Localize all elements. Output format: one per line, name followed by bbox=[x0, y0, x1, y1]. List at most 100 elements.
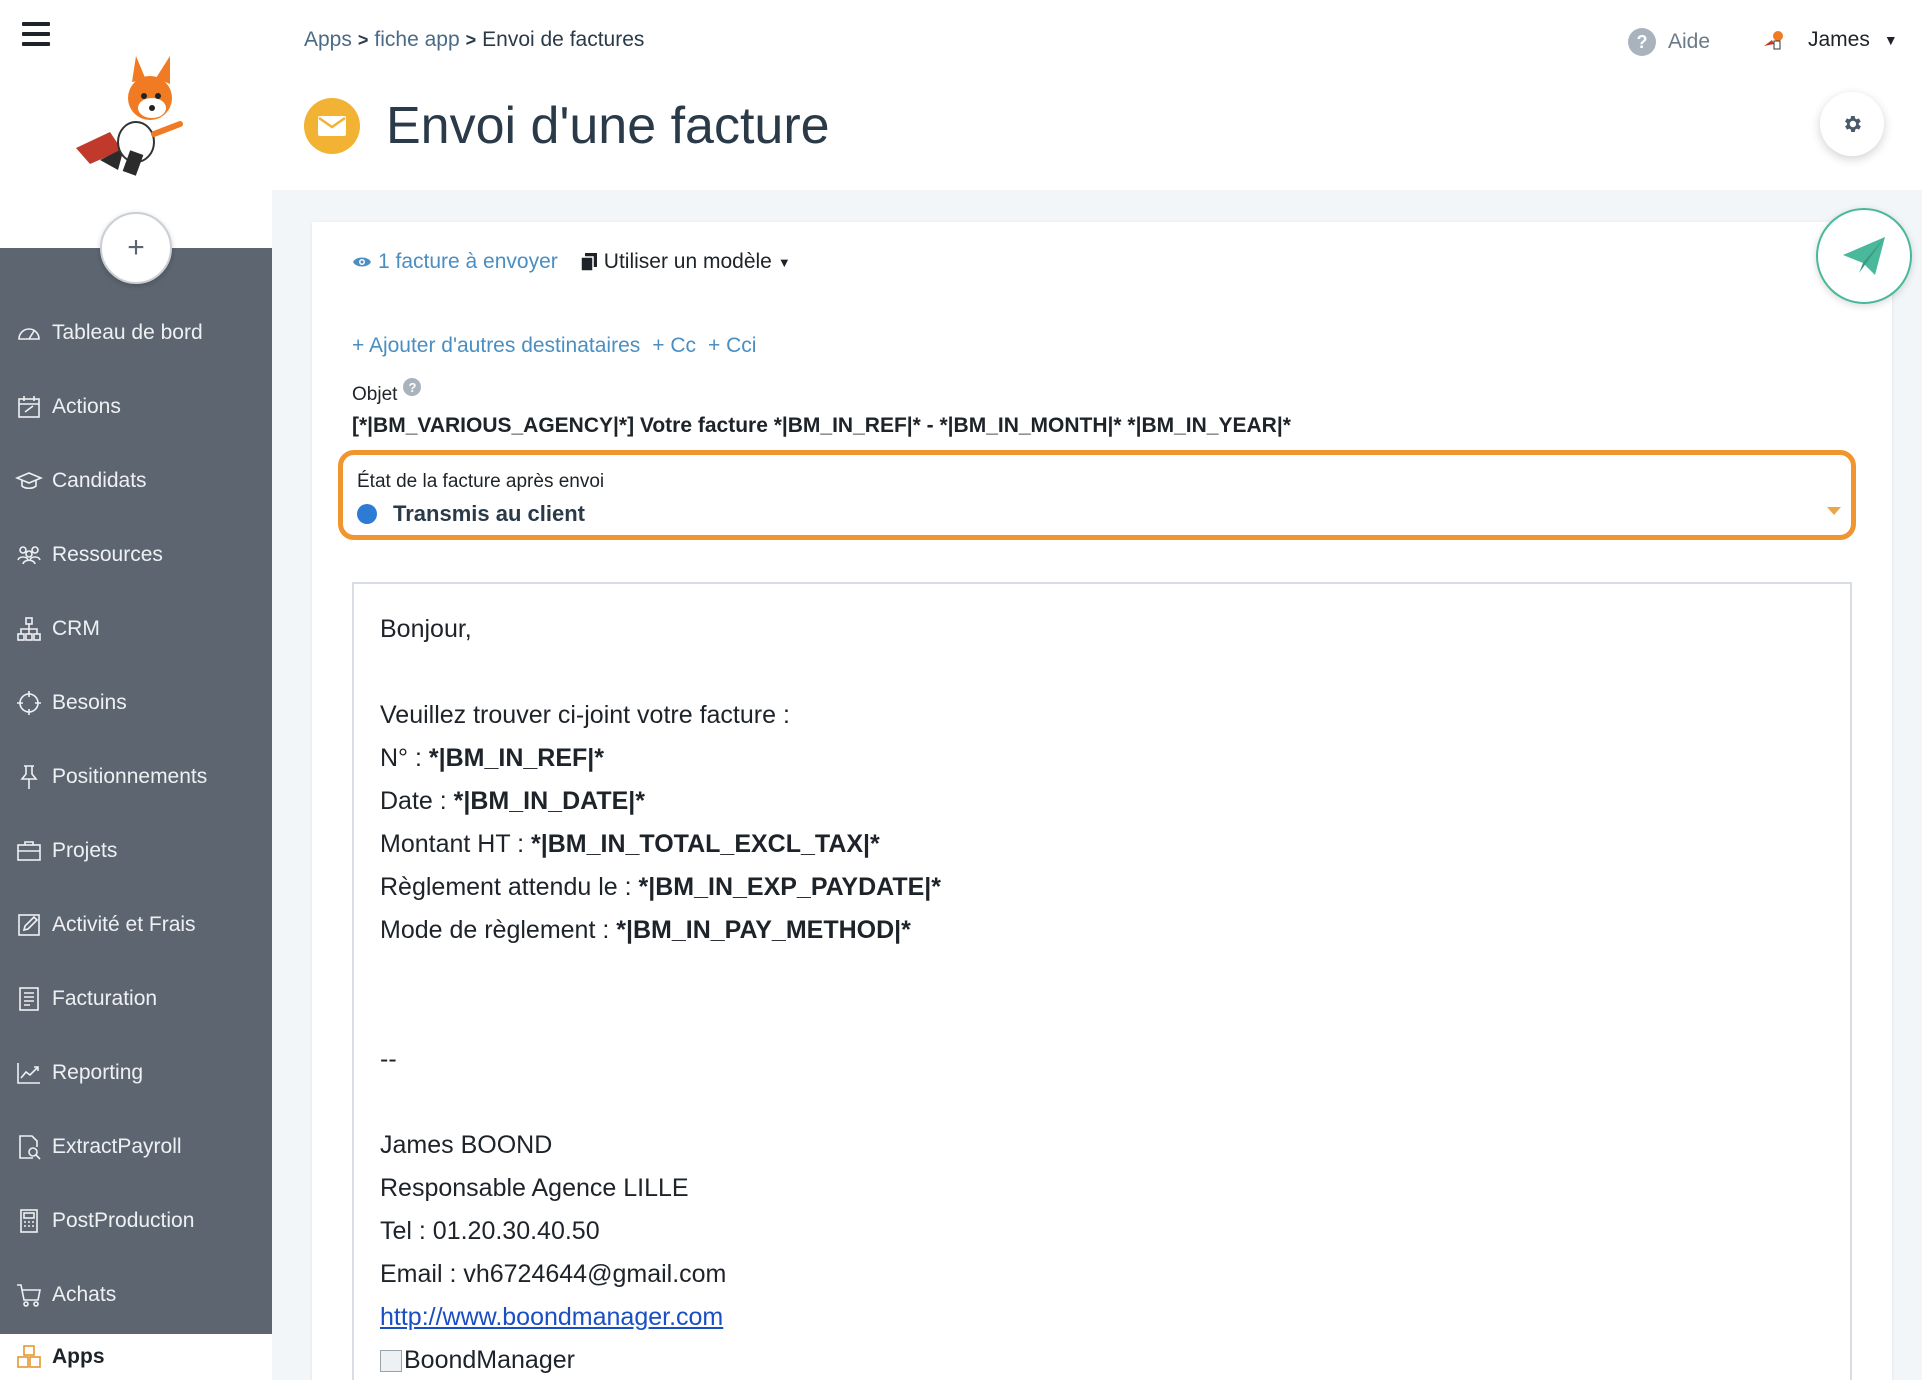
sidebar-item-projets[interactable]: Projets bbox=[0, 814, 272, 888]
email-body-editor[interactable]: Bonjour, Veuillez trouver ci-joint votre… bbox=[352, 582, 1852, 1380]
sidebar-item-label: Tableau de bord bbox=[52, 321, 203, 344]
add-recipients-link[interactable]: + Ajouter d'autres destinataires bbox=[352, 334, 640, 358]
sidebar-item-label: Activité et Frais bbox=[52, 913, 196, 936]
cart-icon bbox=[14, 1280, 44, 1310]
chevron-right-icon: > bbox=[465, 29, 477, 50]
send-button[interactable] bbox=[1816, 208, 1912, 304]
caret-down-icon bbox=[1827, 507, 1841, 515]
caret-down-icon: ▼ bbox=[1883, 32, 1898, 48]
chart-icon bbox=[14, 1058, 44, 1088]
sidebar: + Tableau de bord Actions Candidats Ress… bbox=[0, 0, 272, 1380]
sidebar-item-label: CRM bbox=[52, 617, 100, 640]
fox-logo bbox=[70, 52, 210, 192]
page-title: Envoi d'une facture bbox=[386, 97, 830, 155]
sidebar-item-label: Reporting bbox=[52, 1061, 144, 1084]
field-label: Date : bbox=[380, 787, 454, 815]
sidebar-item-positionnements[interactable]: Positionnements bbox=[0, 740, 272, 814]
sidebar-item-label: Positionnements bbox=[52, 765, 208, 788]
sidebar-item-ressources[interactable]: Ressources bbox=[0, 518, 272, 592]
subject-label: Objet ? bbox=[352, 378, 422, 406]
invoices-to-send-label: 1 facture à envoyer bbox=[378, 250, 558, 273]
sidebar-item-activite-et-frais[interactable]: Activité et Frais bbox=[0, 888, 272, 962]
sidebar-item-label: Candidats bbox=[52, 469, 147, 492]
briefcase-icon bbox=[14, 836, 44, 866]
status-dot bbox=[357, 504, 377, 524]
email-field-amount: Montant HT : *|BM_IN_TOTAL_EXCL_TAX|* bbox=[380, 823, 941, 866]
breadcrumb-apps[interactable]: Apps bbox=[304, 28, 352, 52]
graduation-cap-icon bbox=[14, 466, 44, 496]
field-value: *|BM_IN_DATE|* bbox=[453, 787, 645, 815]
invoice-send-card: 1 facture à envoyer Utiliser un modèle ▼… bbox=[312, 208, 1912, 1380]
use-template-dropdown[interactable]: Utiliser un modèle ▼ bbox=[580, 250, 791, 274]
chevron-right-icon: > bbox=[357, 29, 369, 50]
signature-image: BoondManager bbox=[380, 1339, 941, 1380]
sidebar-item-postproduction[interactable]: PostProduction bbox=[0, 1184, 272, 1258]
question-circle-icon: ? bbox=[1628, 28, 1656, 56]
user-menu[interactable]: James ▼ bbox=[1760, 26, 1898, 54]
sidebar-item-label: ExtractPayroll bbox=[52, 1135, 182, 1158]
add-button[interactable]: + bbox=[100, 212, 172, 284]
email-field-paymethod: Mode de règlement : *|BM_IN_PAY_METHOD|* bbox=[380, 909, 941, 952]
sidebar-item-besoins[interactable]: Besoins bbox=[0, 666, 272, 740]
sidebar-item-actions[interactable]: Actions bbox=[0, 370, 272, 444]
crosshair-icon bbox=[14, 688, 44, 718]
sidebar-item-label: Besoins bbox=[52, 691, 127, 714]
card-toolbar: 1 facture à envoyer Utiliser un modèle ▼ bbox=[352, 250, 791, 274]
email-field-paydate: Règlement attendu le : *|BM_IN_EXP_PAYDA… bbox=[380, 866, 941, 909]
sidebar-item-achats[interactable]: Achats bbox=[0, 1258, 272, 1332]
add-cc-link[interactable]: + Cc bbox=[652, 334, 696, 358]
settings-button[interactable] bbox=[1820, 92, 1884, 156]
sidebar-item-tableau-de-bord[interactable]: Tableau de bord bbox=[0, 296, 272, 370]
sidebar-item-extractpayroll[interactable]: ExtractPayroll bbox=[0, 1110, 272, 1184]
sidebar-item-candidats[interactable]: Candidats bbox=[0, 444, 272, 518]
eye-icon bbox=[353, 257, 371, 267]
field-label: Mode de règlement : bbox=[380, 916, 617, 944]
breadcrumb: Apps > fiche app > Envoi de factures bbox=[304, 28, 644, 52]
email-body-content: Bonjour, Veuillez trouver ci-joint votre… bbox=[380, 608, 941, 1380]
invoice-state-select[interactable]: Transmis au client bbox=[357, 499, 1841, 529]
page-title-row: Envoi d'une facture bbox=[304, 96, 830, 156]
sidebar-item-crm[interactable]: CRM bbox=[0, 592, 272, 666]
sidebar-item-label: Facturation bbox=[52, 987, 158, 1010]
field-value: *|BM_IN_EXP_PAYDATE|* bbox=[638, 873, 942, 901]
signature-website-link[interactable]: http://www.boondmanager.com bbox=[380, 1303, 723, 1331]
email-field-date: Date : *|BM_IN_DATE|* bbox=[380, 780, 941, 823]
sidebar-nav: Tableau de bord Actions Candidats Ressou… bbox=[0, 296, 272, 1332]
document-search-icon bbox=[14, 1132, 44, 1162]
sidebar-item-label: Actions bbox=[52, 395, 121, 418]
hamburger-menu-icon[interactable] bbox=[22, 22, 50, 46]
sidebar-item-reporting[interactable]: Reporting bbox=[0, 1036, 272, 1110]
sidebar-header bbox=[0, 0, 272, 248]
sidebar-item-label: PostProduction bbox=[52, 1209, 195, 1232]
sidebar-item-facturation[interactable]: Facturation bbox=[0, 962, 272, 1036]
email-intro: Veuillez trouver ci-joint votre facture … bbox=[380, 701, 790, 729]
sidebar-item-label: Apps bbox=[52, 1345, 105, 1368]
email-greeting: Bonjour, bbox=[380, 615, 472, 643]
copy-icon bbox=[580, 253, 597, 272]
signature-email: Email : vh6724644@gmail.com bbox=[380, 1260, 727, 1288]
signature-image-alt: BoondManager bbox=[404, 1346, 575, 1374]
invoices-to-send-link[interactable]: 1 facture à envoyer bbox=[352, 250, 558, 274]
gear-icon bbox=[1845, 116, 1861, 132]
dashboard-icon bbox=[14, 318, 44, 348]
signature-separator: -- bbox=[380, 1045, 397, 1073]
question-circle-icon[interactable]: ? bbox=[403, 378, 422, 396]
sidebar-item-label: Ressources bbox=[52, 543, 163, 566]
user-name: James bbox=[1808, 28, 1870, 51]
page-header: Apps > fiche app > Envoi de factures Env… bbox=[272, 0, 1922, 190]
breadcrumb-fiche-app[interactable]: fiche app bbox=[374, 28, 459, 52]
help-link[interactable]: ? Aide bbox=[1628, 28, 1710, 56]
recipients-links: + Ajouter d'autres destinataires + Cc + … bbox=[352, 334, 768, 358]
subject-value[interactable]: [*|BM_VARIOUS_AGENCY|*] Votre facture *|… bbox=[352, 414, 1291, 438]
field-label: Règlement attendu le : bbox=[380, 873, 639, 901]
invoice-state-value: Transmis au client bbox=[393, 501, 585, 526]
add-bcc-link[interactable]: + Cci bbox=[708, 334, 756, 358]
org-chart-icon bbox=[14, 614, 44, 644]
invoice-state-field: État de la facture après envoi Transmis … bbox=[338, 450, 1856, 540]
envelope-icon bbox=[304, 98, 360, 154]
sidebar-item-apps[interactable]: Apps bbox=[0, 1334, 272, 1380]
